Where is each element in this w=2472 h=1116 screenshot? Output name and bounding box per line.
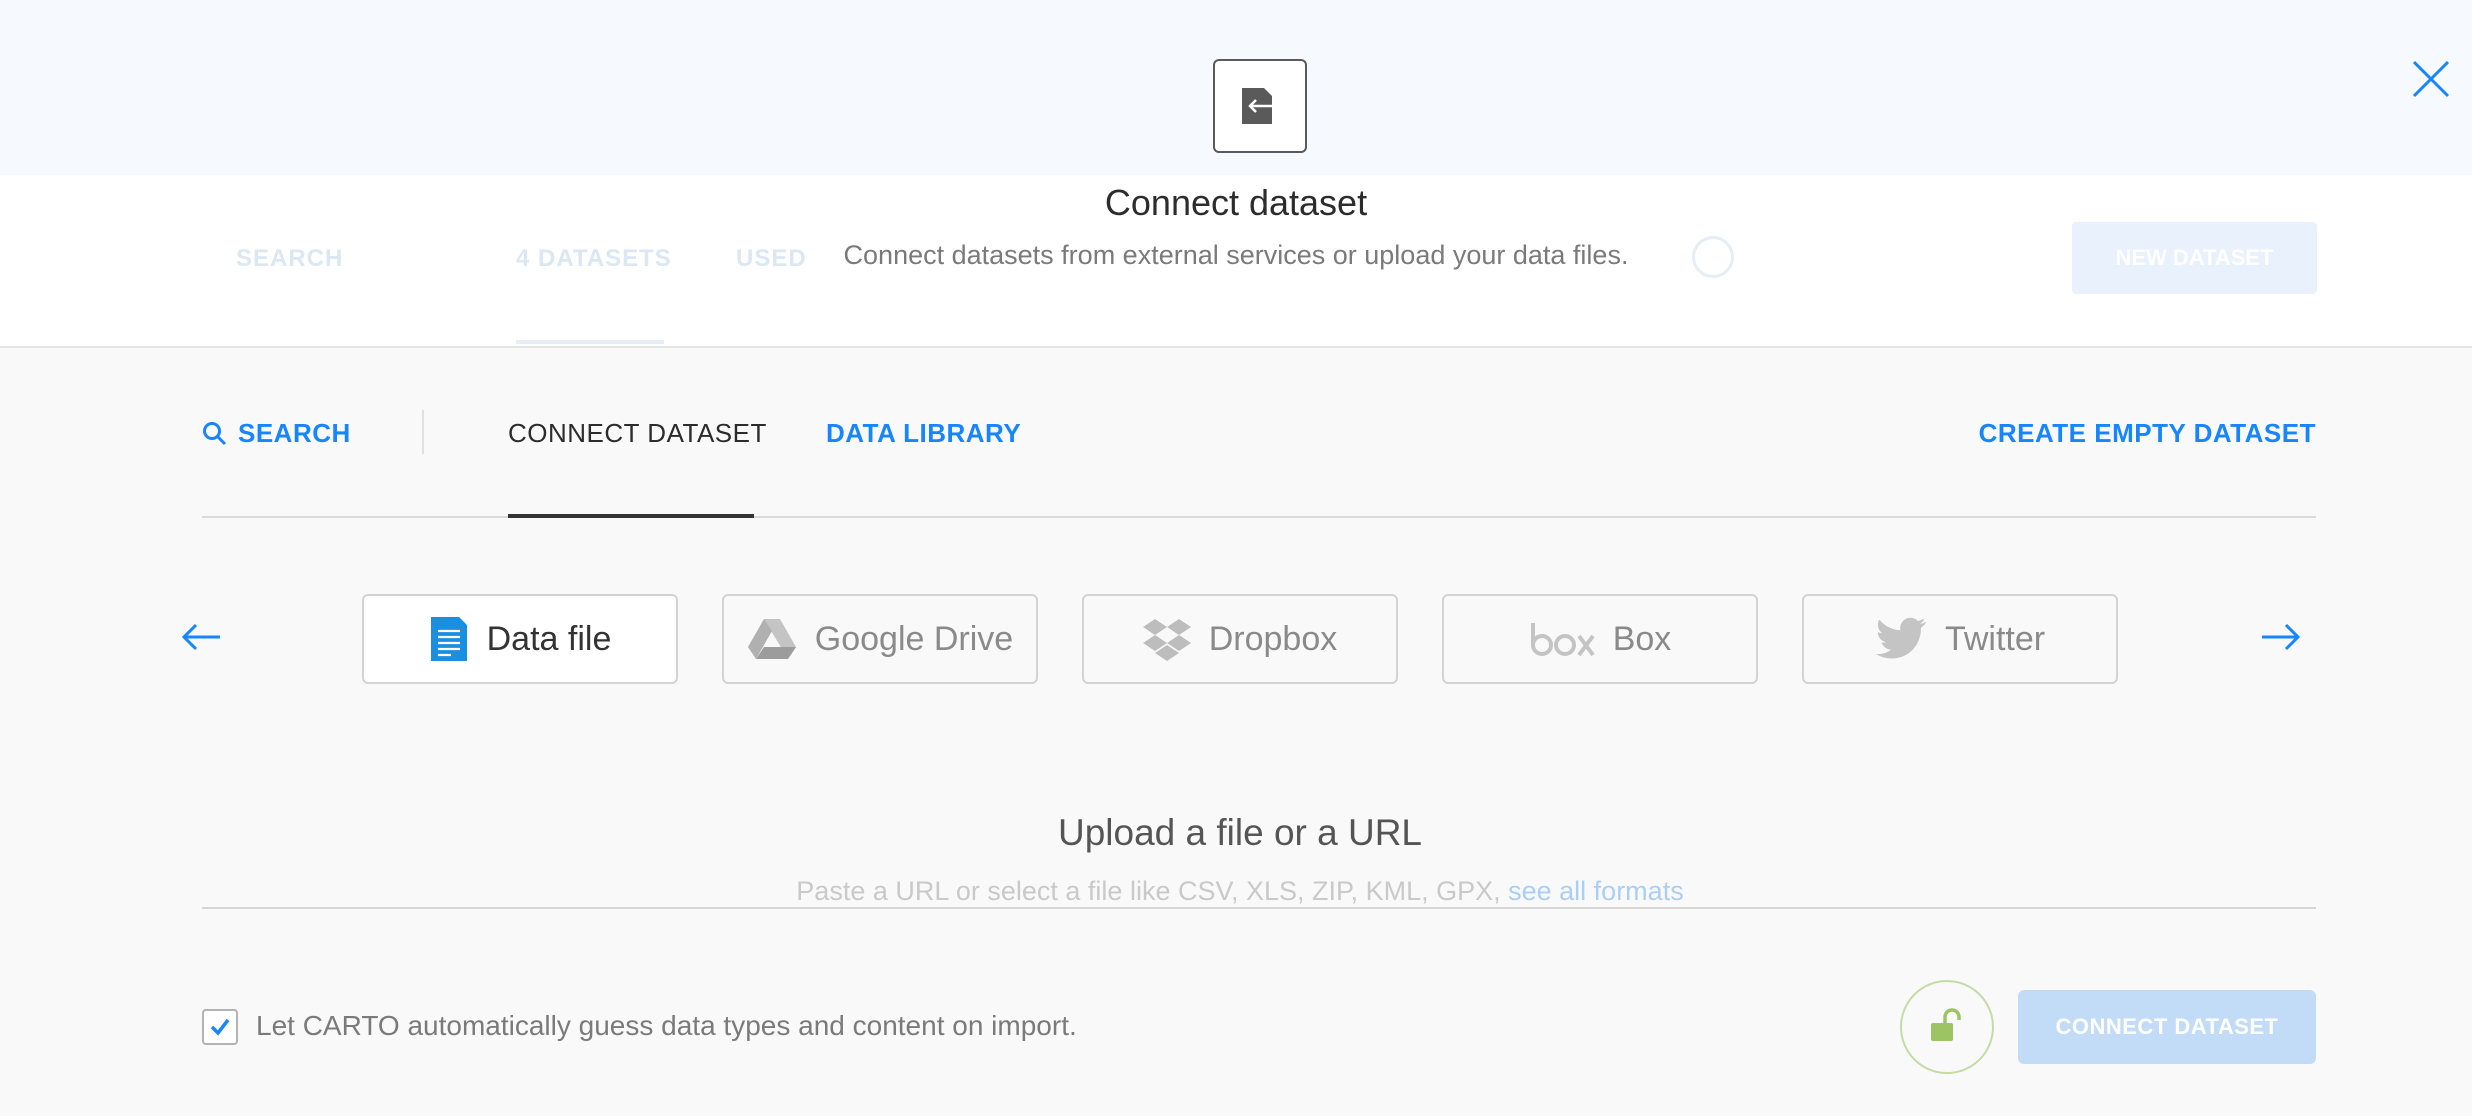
- box-logo-icon: [1530, 623, 1595, 657]
- tab-data-library[interactable]: DATA LIBRARY: [826, 418, 1021, 449]
- modal-header: Connect dataset Connect datasets from ex…: [0, 0, 2472, 348]
- twitter-icon: [1875, 617, 1926, 659]
- active-tab-indicator: [508, 514, 754, 518]
- tab-search[interactable]: SEARCH: [202, 418, 351, 449]
- tab-divider: [422, 410, 424, 454]
- service-twitter[interactable]: Twitter: [1802, 594, 2118, 684]
- tab-connect-dataset[interactable]: CONNECT DATASET: [508, 418, 767, 449]
- create-empty-dataset-link[interactable]: CREATE EMPTY DATASET: [1979, 418, 2316, 449]
- dropbox-icon: [1142, 619, 1191, 661]
- guess-types-label: Let CARTO automatically guess data types…: [256, 1010, 1077, 1041]
- connect-dataset-icon: [1213, 59, 1307, 153]
- guess-types-checkbox[interactable]: [202, 1009, 238, 1045]
- close-icon[interactable]: [2408, 56, 2454, 102]
- arrow-left-icon[interactable]: [178, 614, 224, 660]
- service-label: Dropbox: [1208, 619, 1338, 658]
- service-google-drive[interactable]: Google Drive: [722, 594, 1038, 684]
- upload-title: Upload a file or a URL: [1057, 812, 1423, 853]
- upload-hint: Paste a URL or select a file like CSV, X…: [0, 876, 2472, 910]
- service-data-file[interactable]: Data file: [362, 594, 678, 684]
- modal-title: Connect dataset: [1104, 182, 1368, 223]
- service-box[interactable]: Box: [1442, 594, 1758, 684]
- dataset-tabs: SEARCH CONNECT DATASET DATA LIBRARY CREA…: [202, 400, 2316, 518]
- upload-hint-text: Paste a URL or select a file like CSV, X…: [796, 876, 1501, 906]
- upload-input-line[interactable]: [202, 907, 2316, 909]
- modal-subtitle: Connect datasets from external services …: [843, 240, 1629, 270]
- unlock-icon: [1931, 1008, 1961, 1041]
- tab-search-label: SEARCH: [238, 418, 351, 448]
- service-dropbox[interactable]: Dropbox: [1082, 594, 1398, 684]
- service-label: Data file: [486, 619, 612, 658]
- service-label: Box: [1612, 619, 1672, 658]
- connect-dataset-button[interactable]: CONNECT DATASET: [2018, 990, 2316, 1064]
- service-label: Google Drive: [814, 619, 1014, 658]
- service-label: Twitter: [1944, 619, 2046, 658]
- checkmark-icon: [210, 1018, 230, 1036]
- document-icon: [430, 617, 467, 661]
- google-drive-icon: [747, 619, 796, 659]
- see-all-formats-link[interactable]: see all formats: [1508, 876, 1684, 906]
- privacy-toggle[interactable]: [1900, 980, 1994, 1074]
- arrow-right-icon[interactable]: [2258, 614, 2304, 660]
- search-icon: [203, 421, 227, 445]
